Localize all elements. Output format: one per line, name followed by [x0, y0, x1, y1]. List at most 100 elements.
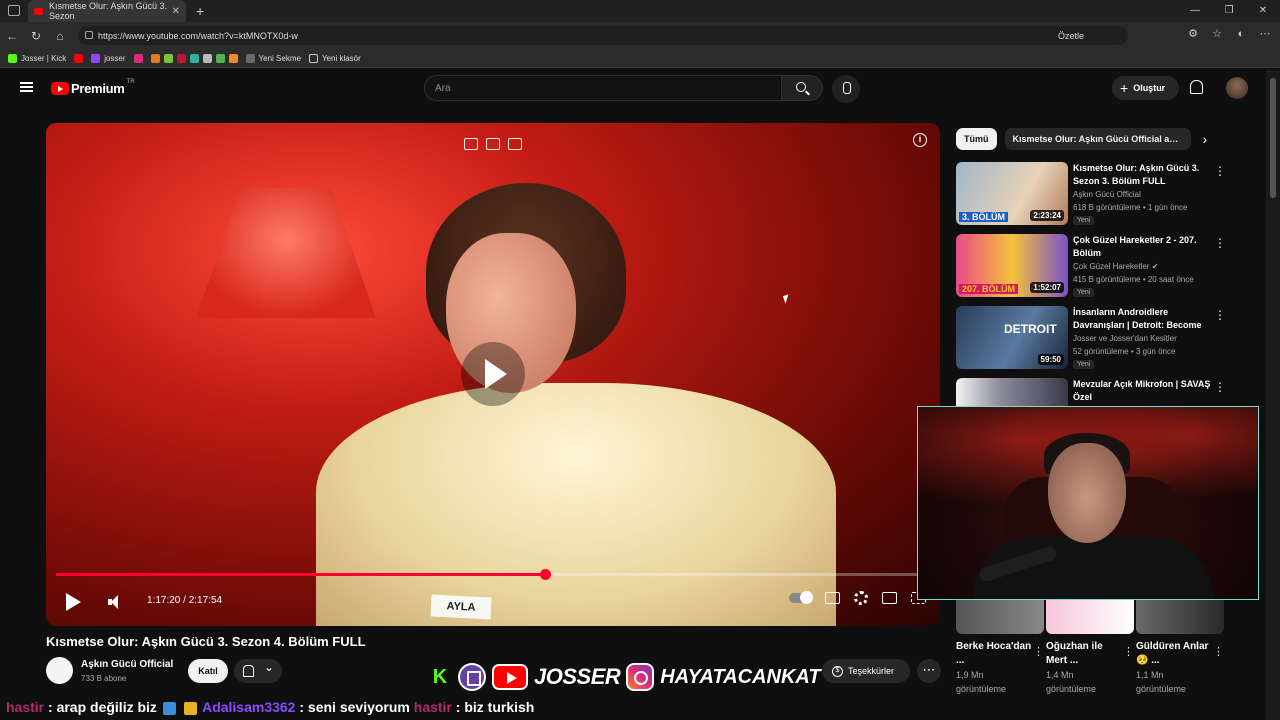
bookmark-josser-twitch[interactable]: josser — [91, 53, 126, 63]
instagram-handle: HAYATACANKAT — [660, 665, 821, 688]
recommendation-title[interactable]: Mevzular Açık Mikrofon | SAVAŞ Özel — [1073, 378, 1211, 404]
youtube-favicon-icon — [34, 7, 43, 15]
close-window-icon[interactable]: ✕ — [1246, 0, 1280, 22]
short-thumbnail[interactable] — [1136, 600, 1224, 634]
bookmark-new-tab[interactable]: Yeni Sekme — [245, 53, 301, 63]
page-scrollbar[interactable] — [1266, 70, 1280, 720]
search-button[interactable] — [781, 75, 823, 101]
theater-mode-icon[interactable] — [882, 592, 897, 604]
recommendation-item[interactable]: DETROIT 59:50 İnsanların Androidlere Dav… — [956, 306, 1246, 370]
player-right-controls — [789, 591, 926, 605]
short-item[interactable]: Oğuzhan ile Mert ... 1,4 Mn görüntüleme … — [1046, 600, 1134, 696]
plus-icon: + — [1120, 80, 1129, 96]
profile-icon[interactable]: ◐ — [1234, 27, 1248, 41]
notes-icon[interactable] — [508, 138, 522, 150]
short-thumbnail[interactable] — [1046, 600, 1134, 634]
minimize-icon[interactable]: — — [1178, 0, 1212, 22]
video-thumbnail[interactable]: 207. BÖLÜM 1:52:07 — [956, 234, 1068, 297]
search-input[interactable]: Ara — [424, 75, 782, 101]
recommendation-item[interactable]: 3. BÖLÜM 2:23:24 Kısmetse Olur: Aşkın Gü… — [956, 162, 1246, 226]
bookmark-new-folder[interactable]: Yeni klasör — [308, 53, 361, 63]
channel-avatar[interactable] — [46, 657, 73, 684]
short-title[interactable]: Oğuzhan ile Mert ... — [1046, 640, 1126, 668]
bookmark-icon — [228, 53, 238, 63]
account-avatar[interactable] — [1226, 77, 1248, 99]
video-player[interactable]: AYLA i 1:17:20 / 2:17:54 — [46, 123, 940, 626]
recommendation-title[interactable]: İnsanların Androidlere Davranışları | De… — [1073, 306, 1211, 332]
subtitles-icon[interactable] — [825, 592, 840, 604]
summarize-button[interactable]: Özetle — [1058, 31, 1084, 41]
scrollbar-thumb[interactable] — [1270, 78, 1276, 198]
notification-settings-button[interactable] — [234, 659, 282, 683]
window-controls: — ❐ ✕ — [1178, 0, 1280, 22]
short-title[interactable]: Berke Hoca'dan ... — [956, 640, 1036, 668]
settings-gear-icon[interactable] — [854, 591, 868, 605]
recommendation-channel[interactable]: Josser ve Josser'dan Kesitler — [1073, 334, 1177, 343]
recommendation-item[interactable]: Mevzular Açık Mikrofon | SAVAŞ Özel ⋮ — [956, 378, 1246, 406]
chip-all[interactable]: Tümü — [956, 128, 997, 150]
more-options-icon[interactable]: ⋮ — [1214, 308, 1226, 322]
notifications-bell-icon[interactable] — [1190, 80, 1203, 94]
youtube-premium-logo[interactable]: Premium TR — [51, 79, 135, 96]
browser-tab[interactable]: Kısmetse Olur: Aşkın Gücü 3. Sezon ✕ — [28, 0, 186, 22]
filter-chips: Tümü Kısmetse Olur: Aşkın Gücü Official … — [956, 128, 1207, 150]
more-options-icon[interactable]: ⋮ — [1214, 164, 1226, 178]
bookmark-josser-kick[interactable]: Josser | Kick — [8, 53, 66, 63]
seek-bar-progress — [56, 573, 546, 576]
back-icon[interactable]: ← — [0, 29, 24, 43]
home-icon[interactable]: ⌂ — [48, 29, 72, 43]
site-info-icon[interactable] — [85, 31, 93, 39]
more-options-icon[interactable]: ⋮ — [1213, 645, 1224, 658]
recommendation-title[interactable]: Çok Güzel Hareketler 2 - 207. Bölüm — [1073, 234, 1211, 260]
recommendation-meta: 52 görüntüleme • 3 gün önce — [1073, 347, 1176, 356]
join-button[interactable]: Katıl — [188, 659, 228, 683]
video-thumbnail[interactable]: 3. BÖLÜM 2:23:24 — [956, 162, 1068, 225]
recommendation-title[interactable]: Kısmetse Olur: Aşkın Gücü 3. Sezon 3. Bö… — [1073, 162, 1211, 188]
voice-search-button[interactable] — [832, 75, 860, 103]
recommendation-channel[interactable]: Aşkın Gücü Official — [1073, 190, 1141, 199]
new-tab-icon[interactable]: + — [196, 3, 204, 19]
more-actions-button[interactable]: ⋯ — [917, 659, 941, 683]
miniplayer-icon[interactable] — [464, 138, 478, 150]
video-thumbnail[interactable]: DETROIT 59:50 — [956, 306, 1068, 369]
more-options-icon[interactable]: ⋮ — [1033, 645, 1044, 658]
info-icon[interactable]: i — [913, 133, 927, 147]
create-button[interactable]: + Oluştur — [1112, 76, 1179, 100]
chip-from-uploader[interactable]: Kısmetse Olur: Aşkın Gücü Official adlı … — [1004, 128, 1191, 150]
seek-bar[interactable] — [56, 569, 930, 580]
short-item[interactable]: Berke Hoca'dan ... 1,9 Mn görüntüleme ⋮ — [956, 600, 1044, 696]
more-options-icon[interactable]: ⋮ — [1214, 380, 1226, 394]
chat-message: : seni seviyorum — [299, 699, 410, 715]
menu-hamburger-icon[interactable] — [20, 82, 33, 92]
subscriber-count: 733 B abone — [81, 674, 127, 683]
more-options-icon[interactable]: ⋮ — [1123, 645, 1134, 658]
bookmark-instagram[interactable] — [133, 53, 143, 63]
big-play-button[interactable] — [461, 342, 525, 406]
bookmark-youtube[interactable] — [74, 53, 84, 63]
streamer-face — [1048, 443, 1126, 543]
thanks-button[interactable]: $ Teşekkürler — [822, 659, 910, 683]
play-icon[interactable] — [66, 593, 81, 611]
extensions-icon[interactable]: ⚙ — [1186, 27, 1200, 41]
chevron-right-icon[interactable]: › — [1203, 131, 1208, 147]
short-item[interactable]: Güldüren Anlar🥺 ... 1,1 Mn görüntüleme ⋮ — [1136, 600, 1224, 696]
blouse — [316, 383, 836, 626]
recommendation-channel[interactable]: Çok Güzel Hareketler ✔ — [1073, 262, 1158, 271]
cast-icon[interactable] — [486, 138, 500, 150]
url-field[interactable]: https://www.youtube.com/watch?v=ktMNOTX0… — [78, 26, 1128, 45]
autoplay-toggle[interactable] — [789, 591, 813, 604]
video-thumbnail[interactable] — [956, 378, 1068, 406]
recommendation-item[interactable]: 207. BÖLÜM 1:52:07 Çok Güzel Hareketler … — [956, 234, 1246, 298]
favorites-icon[interactable]: ☆ — [1210, 27, 1224, 41]
bookmark-misc[interactable] — [150, 53, 238, 63]
refresh-icon[interactable]: ↻ — [24, 29, 48, 43]
close-tab-icon[interactable]: ✕ — [172, 6, 180, 17]
short-thumbnail[interactable] — [956, 600, 1044, 634]
tab-actions-icon[interactable] — [8, 5, 20, 16]
short-title[interactable]: Güldüren Anlar🥺 ... — [1136, 640, 1216, 668]
more-options-icon[interactable]: ⋮ — [1214, 236, 1226, 250]
restore-icon[interactable]: ❐ — [1212, 0, 1246, 22]
channel-name[interactable]: Aşkın Gücü Official — [81, 659, 173, 670]
menu-icon[interactable]: ⋯ — [1258, 27, 1272, 41]
volume-icon[interactable] — [108, 595, 124, 609]
